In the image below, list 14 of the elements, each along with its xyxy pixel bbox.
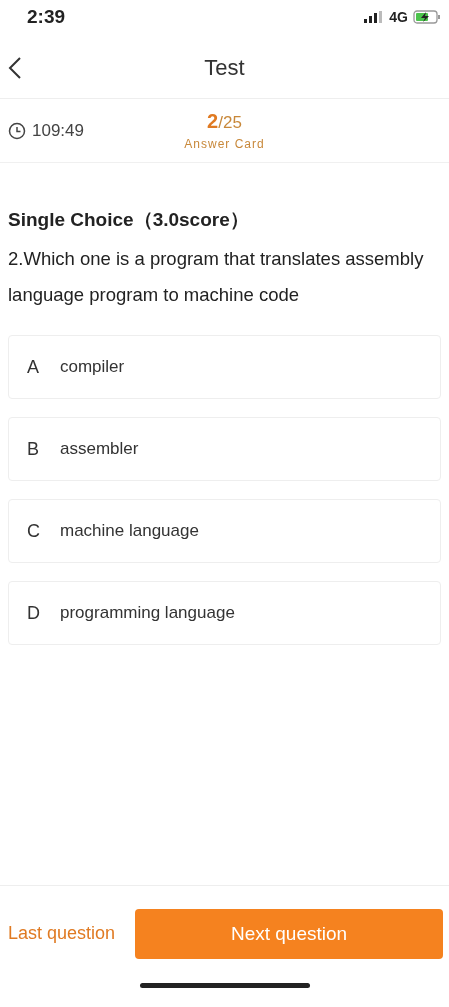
answer-option[interactable]: D programming language [8, 581, 441, 645]
status-time: 2:39 [27, 6, 66, 28]
answer-option[interactable]: A compiler [8, 335, 441, 399]
clock-icon [8, 121, 26, 140]
network-label: 4G [389, 9, 408, 25]
battery-icon [413, 10, 441, 24]
timer-text: 109:49 [32, 120, 84, 141]
back-icon[interactable] [8, 56, 22, 80]
question-type: Single Choice（3.0score） [8, 208, 250, 232]
signal-icon [364, 11, 385, 23]
answer-option[interactable]: C machine language [8, 499, 441, 563]
page-title: Test [204, 55, 245, 81]
answer-option[interactable]: B assembler [8, 417, 441, 481]
question-text: 2.Which one is a program that translates assembly language program to machine code [8, 247, 425, 307]
